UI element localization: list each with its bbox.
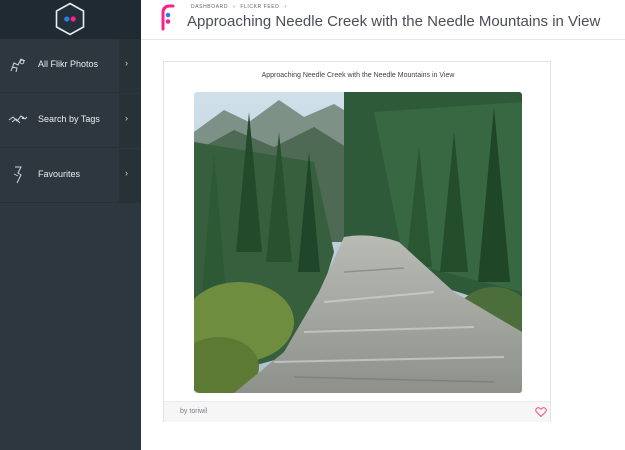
author-line: by toriwil [180, 408, 207, 415]
chevron-right-icon: › [125, 113, 128, 123]
author-name[interactable]: toriwil [189, 408, 207, 415]
chevron-right-icon: › [125, 58, 128, 68]
photo-card-title: Approaching Needle Creek with the Needle… [261, 72, 455, 79]
header: DASHBOARD › FLICKR FEED › Approaching Ne… [141, 0, 625, 40]
breadcrumb-separator: › [233, 4, 236, 10]
sidebar-item-label: Favourites [38, 169, 81, 179]
author-prefix: by [180, 408, 188, 415]
sidebar-logo-area [0, 0, 141, 39]
mountain-creek-photo[interactable] [194, 92, 522, 393]
camera-icon [10, 58, 26, 73]
bookmark-icon [13, 166, 22, 184]
nav-item-shade [119, 149, 141, 202]
nav-item-shade [119, 39, 141, 92]
chevron-right-icon: › [125, 168, 128, 178]
flickr-hexagon-icon[interactable] [54, 2, 86, 36]
breadcrumb: DASHBOARD › FLICKR FEED › [191, 4, 290, 10]
sidebar-item-label: Search by Tags [38, 114, 100, 124]
breadcrumb-dashboard[interactable]: DASHBOARD [191, 4, 228, 10]
sidebar-item-label: All Flikr Photos [38, 59, 99, 69]
nav-item-shade [119, 94, 141, 147]
page-title: Approaching Needle Creek with the Needle… [187, 13, 601, 30]
heart-icon[interactable] [535, 406, 547, 418]
main-content: Approaching Needle Creek with the Needle… [141, 40, 625, 450]
sidebar-item-favourites[interactable]: Favourites › [0, 149, 141, 203]
sidebar: All Flikr Photos › Search by Tags › Favo… [0, 0, 141, 450]
photo-card: Approaching Needle Creek with the Needle… [163, 61, 551, 422]
photo-card-footer: by toriwil [164, 401, 550, 422]
breadcrumb-separator: › [284, 4, 287, 10]
sidebar-item-all-flikr-photos[interactable]: All Flikr Photos › [0, 39, 141, 93]
tags-icon [8, 115, 28, 124]
sidebar-item-search-by-tags[interactable]: Search by Tags › [0, 94, 141, 148]
flickr-f-icon[interactable] [155, 3, 177, 31]
breadcrumb-flickr-feed[interactable]: FLICKR FEED [240, 4, 279, 10]
